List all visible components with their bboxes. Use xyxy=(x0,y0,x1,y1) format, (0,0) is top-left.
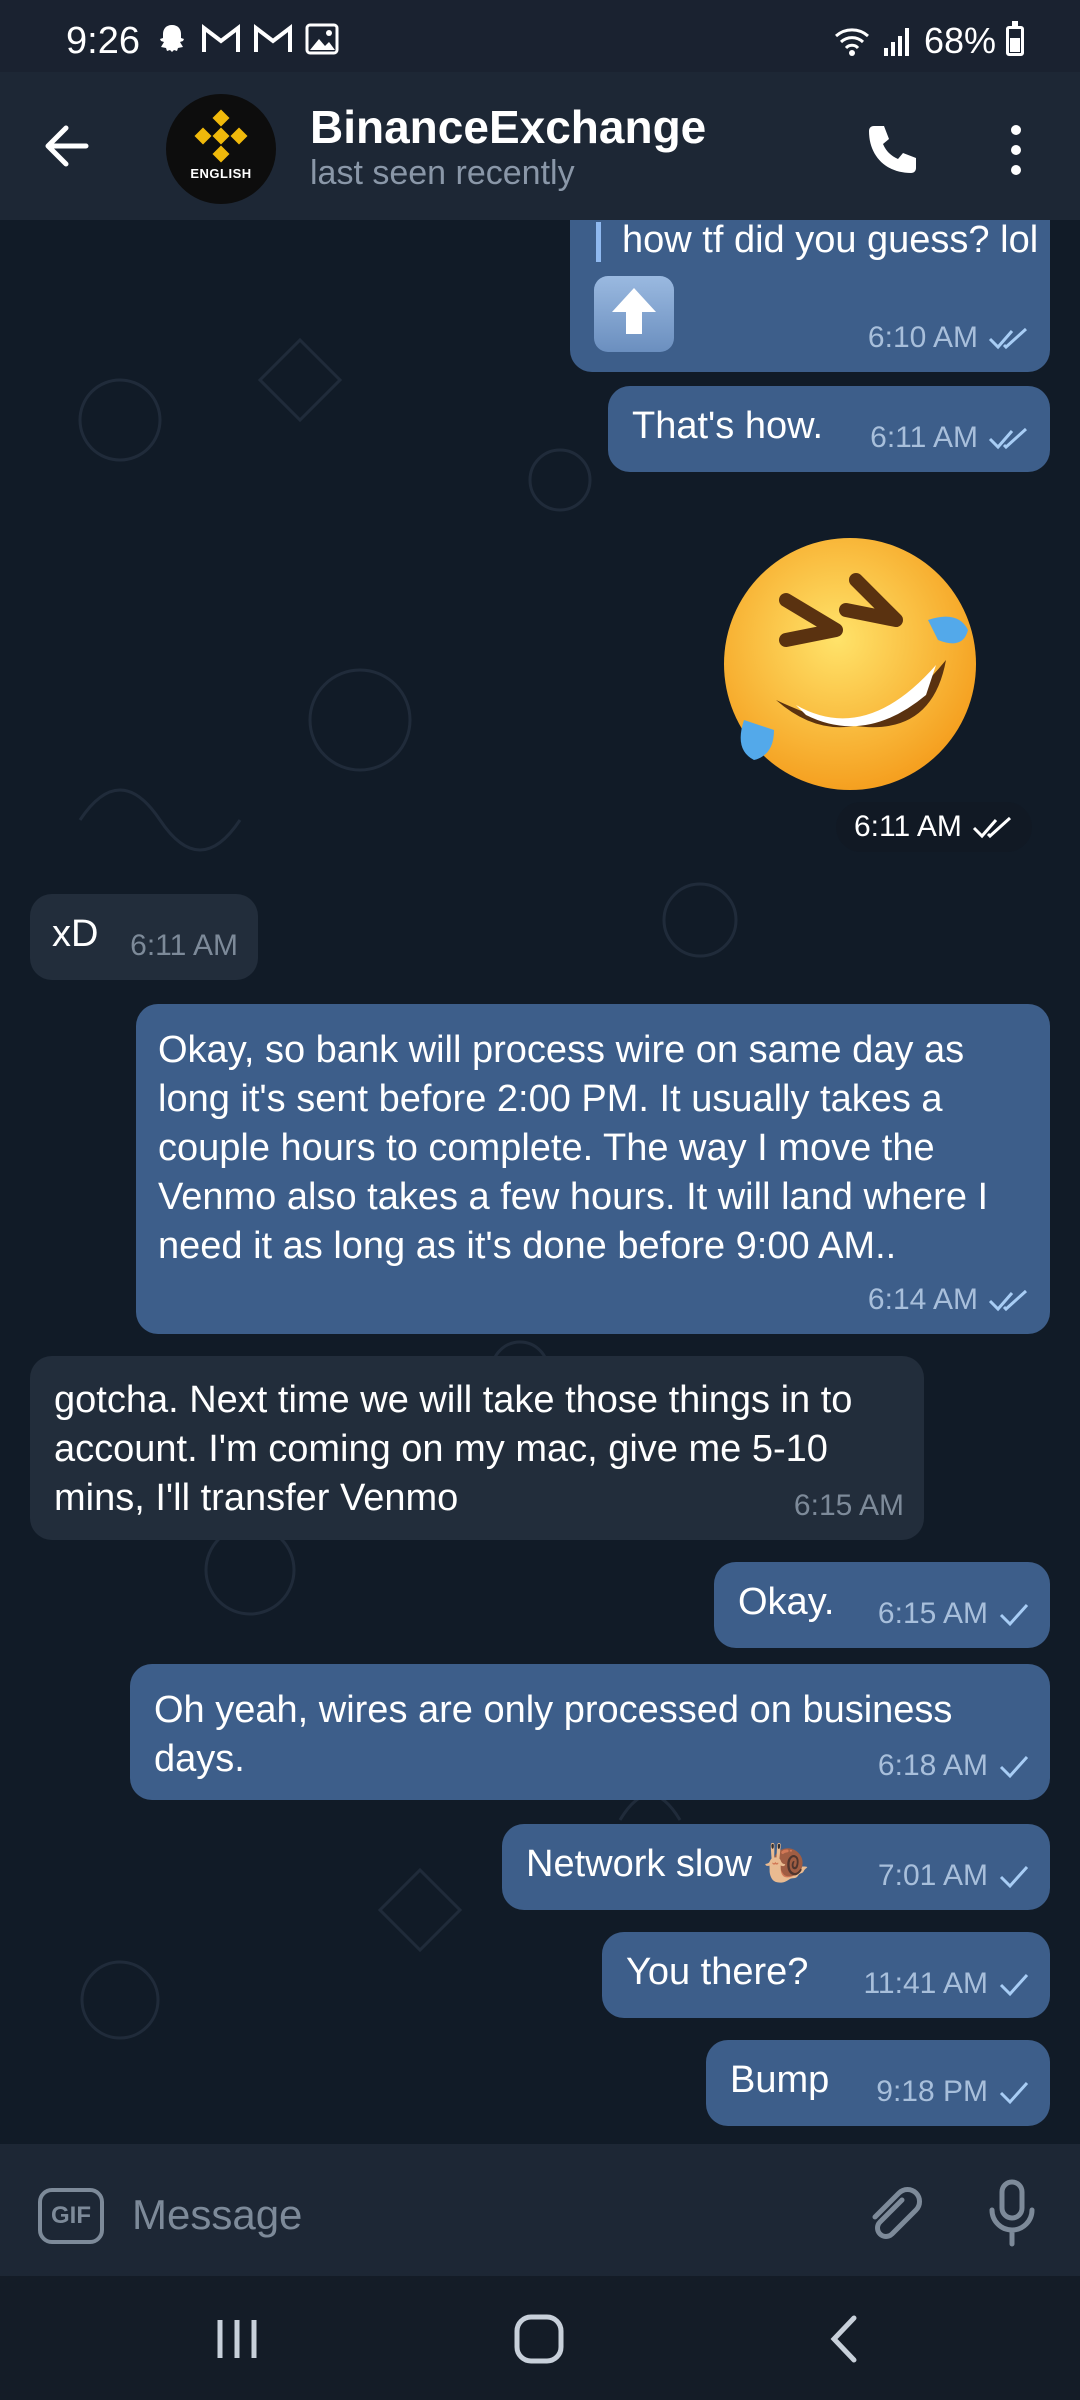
chat-header: ENGLISH BinanceExchange last seen recent… xyxy=(0,72,1080,220)
microphone-button[interactable] xyxy=(984,2178,1040,2248)
message-time: 7:01 AM xyxy=(877,1859,988,1892)
chat-subtitle: last seen recently xyxy=(310,154,575,192)
message-meta: 6:15 AM xyxy=(878,1589,1030,1638)
chat-title[interactable]: BinanceExchange xyxy=(310,100,706,154)
message-text: That's how. xyxy=(632,405,824,447)
check-icon xyxy=(999,1755,1029,1778)
message-bubble-outgoing[interactable]: Okay, so bank will process wire on same … xyxy=(136,1004,1050,1334)
message-bubble-outgoing[interactable]: Oh yeah, wires are only processed on bus… xyxy=(130,1664,1050,1800)
message-text: how tf did you guess? lol xyxy=(622,220,1039,261)
attach-button[interactable] xyxy=(862,2182,926,2246)
more-options-button[interactable] xyxy=(996,116,1036,186)
double-check-icon xyxy=(972,816,1011,839)
message-time: 6:14 AM xyxy=(867,1283,978,1316)
home-icon xyxy=(514,2314,564,2364)
double-check-icon xyxy=(988,427,1028,449)
signal-icon xyxy=(883,28,909,56)
message-text: gotcha. Next time we will take those thi… xyxy=(54,1379,853,1519)
battery-percent: 68% xyxy=(923,20,996,61)
message-meta: 9:18 PM xyxy=(876,2067,1030,2116)
double-check-icon xyxy=(988,1289,1028,1311)
message-meta: 7:01 AM xyxy=(878,1851,1030,1900)
message-time: 11:41 AM xyxy=(863,1967,988,2000)
check-icon xyxy=(999,1603,1029,1626)
message-meta: 6:14 AM xyxy=(868,1275,1030,1324)
sticker-rofl-emoji[interactable] xyxy=(716,530,984,798)
message-text: xD xyxy=(52,913,99,955)
check-icon xyxy=(999,2081,1029,2104)
microphone-icon xyxy=(989,2179,1035,2247)
message-meta: 6:15 AM xyxy=(794,1481,904,1530)
message-bubble-incoming[interactable]: gotcha. Next time we will take those thi… xyxy=(30,1356,924,1540)
check-icon xyxy=(999,1973,1029,1996)
up-arrow-emoji-icon xyxy=(594,276,674,352)
system-back-button[interactable] xyxy=(820,2312,870,2366)
gmail-icon xyxy=(202,23,240,52)
avatar-caption: ENGLISH xyxy=(190,166,252,181)
battery-icon xyxy=(1006,21,1024,56)
paperclip-icon xyxy=(872,2187,922,2239)
message-meta: 11:41 AM xyxy=(863,1959,1030,2008)
gif-button[interactable]: GIF xyxy=(38,2188,104,2244)
recent-apps-button[interactable] xyxy=(212,2316,262,2362)
message-meta: 6:10 AM xyxy=(868,313,1030,362)
chevron-left-icon xyxy=(830,2315,857,2363)
rolling-laughing-emoji-icon xyxy=(724,538,976,790)
status-bar: 9:26 68% xyxy=(0,0,1080,72)
message-bubble-outgoing[interactable]: You there? 11:41 AM xyxy=(602,1932,1050,2018)
message-text: Bump xyxy=(730,2059,830,2101)
double-check-icon xyxy=(988,327,1028,349)
message-bubble-outgoing[interactable]: Bump 9:18 PM xyxy=(706,2040,1050,2126)
phone-icon xyxy=(869,126,916,173)
chat-area[interactable]: how tf did you guess? lol 6:10 AM That's… xyxy=(0,220,1080,2144)
wifi-icon xyxy=(834,28,869,56)
arrow-left-icon xyxy=(45,125,89,167)
message-time: 9:18 PM xyxy=(876,2075,988,2108)
call-button[interactable] xyxy=(856,116,926,186)
message-text: Okay. xyxy=(738,1581,835,1623)
message-text: You there? xyxy=(626,1951,809,1993)
message-time: 6:11 AM xyxy=(854,810,962,843)
message-composer: GIF xyxy=(0,2144,1080,2276)
binance-logo-icon xyxy=(194,109,248,163)
message-time: 6:18 AM xyxy=(877,1749,988,1782)
message-time: 6:11 AM xyxy=(130,929,238,962)
more-vertical-icon xyxy=(1011,125,1021,175)
recent-apps-icon xyxy=(217,2320,257,2358)
message-bubble-outgoing[interactable]: Network slow 🐌 7:01 AM xyxy=(502,1824,1050,1910)
message-text: Okay, so bank will process wire on same … xyxy=(158,1029,989,1267)
avatar[interactable]: ENGLISH xyxy=(166,94,276,204)
message-meta: 6:11 AM xyxy=(870,413,1030,462)
notification-icons xyxy=(155,22,339,56)
reply-bar xyxy=(596,222,601,262)
message-meta: 6:18 AM xyxy=(878,1741,1030,1790)
message-meta: 6:11 AM xyxy=(130,921,238,970)
message-bubble-outgoing[interactable]: how tf did you guess? lol 6:10 AM xyxy=(570,220,1050,372)
message-bubble-outgoing[interactable]: That's how. 6:11 AM xyxy=(608,386,1050,472)
sticker-meta: 6:11 AM xyxy=(836,802,1032,852)
message-time: 6:15 AM xyxy=(877,1597,988,1630)
gallery-icon xyxy=(305,23,339,55)
status-time: 9:26 xyxy=(66,20,140,62)
message-time: 6:15 AM xyxy=(793,1489,904,1522)
home-button[interactable] xyxy=(512,2312,566,2366)
message-time: 6:11 AM xyxy=(870,421,978,454)
snapchat-icon xyxy=(160,25,184,52)
status-right: 68% xyxy=(832,20,1024,62)
message-input[interactable] xyxy=(130,2184,834,2246)
gmail-icon xyxy=(254,23,292,52)
message-bubble-outgoing[interactable]: Okay. 6:15 AM xyxy=(714,1562,1050,1648)
system-navigation-bar xyxy=(0,2276,1080,2400)
back-button[interactable] xyxy=(36,116,106,176)
message-text: Network slow 🐌 xyxy=(526,1843,810,1885)
message-time: 6:10 AM xyxy=(867,321,978,354)
message-bubble-incoming[interactable]: xD 6:11 AM xyxy=(30,894,258,980)
check-icon xyxy=(999,1865,1029,1888)
